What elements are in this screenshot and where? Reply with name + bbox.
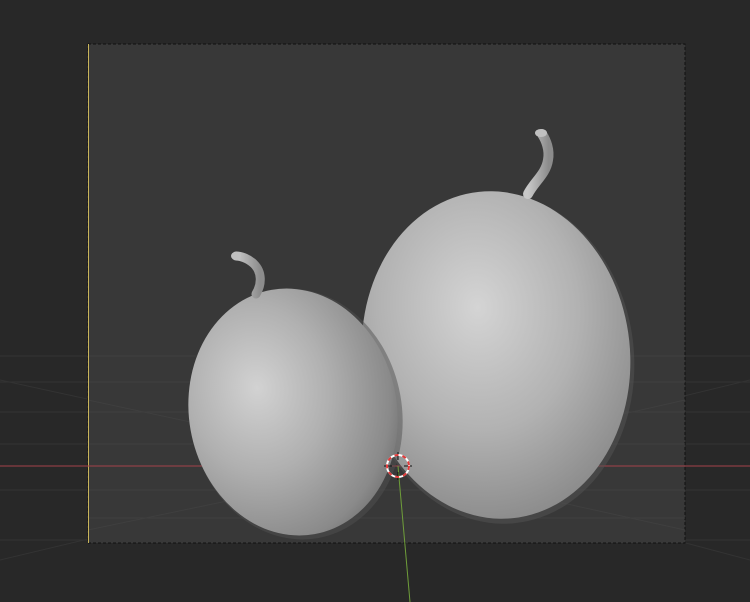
3d-viewport[interactable] — [0, 0, 750, 602]
viewport-canvas[interactable] — [0, 0, 750, 602]
